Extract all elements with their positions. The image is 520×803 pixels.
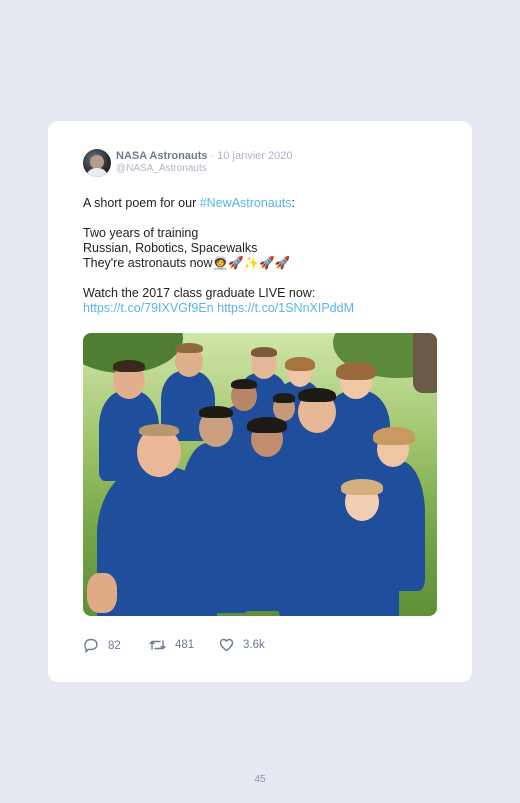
line1-prefix: A short poem for our — [83, 196, 200, 210]
poem-line-3: They're astronauts now🧑‍🚀🚀✨🚀🚀 — [83, 256, 291, 270]
link-1[interactable]: https://t.co/79IXVGf9En — [83, 301, 214, 315]
like-button[interactable]: 3.6k — [219, 638, 265, 652]
author-avatar[interactable] — [83, 149, 111, 177]
header-separator: · — [207, 150, 218, 162]
page-number: 45 — [254, 774, 266, 785]
link-2[interactable]: https://t.co/1SNnXIPddM — [217, 301, 354, 315]
author-name[interactable]: NASA Astronauts — [116, 150, 207, 162]
watch-line: Watch the 2017 class graduate LIVE now: — [83, 286, 316, 300]
line1-suffix: : — [291, 196, 295, 210]
tweet-date[interactable]: 10 janvier 2020 — [217, 150, 292, 162]
reply-count: 82 — [108, 639, 121, 652]
retweet-count: 481 — [175, 639, 195, 651]
tweet-card: NASA Astronauts · 10 janvier 2020 @NASA_… — [48, 121, 472, 682]
author-handle[interactable]: @NASA_Astronauts — [116, 163, 207, 174]
retweet-icon — [149, 640, 166, 650]
poem-line-1: Two years of training — [83, 226, 199, 240]
reply-button[interactable]: 82 — [83, 638, 121, 653]
reply-icon — [84, 638, 98, 653]
heart-icon — [219, 638, 234, 652]
tweet-photo[interactable] — [83, 333, 437, 616]
tweet-header: NASA Astronauts · 10 janvier 2020 — [116, 150, 293, 163]
hashtag-link[interactable]: #NewAstronauts — [200, 196, 292, 210]
poem-line-2: Russian, Robotics, Spacewalks — [83, 241, 258, 255]
tweet-text: A short poem for our #NewAstronauts: Two… — [83, 196, 453, 316]
retweet-button[interactable]: 481 — [149, 638, 194, 652]
like-count: 3.6k — [243, 639, 265, 651]
